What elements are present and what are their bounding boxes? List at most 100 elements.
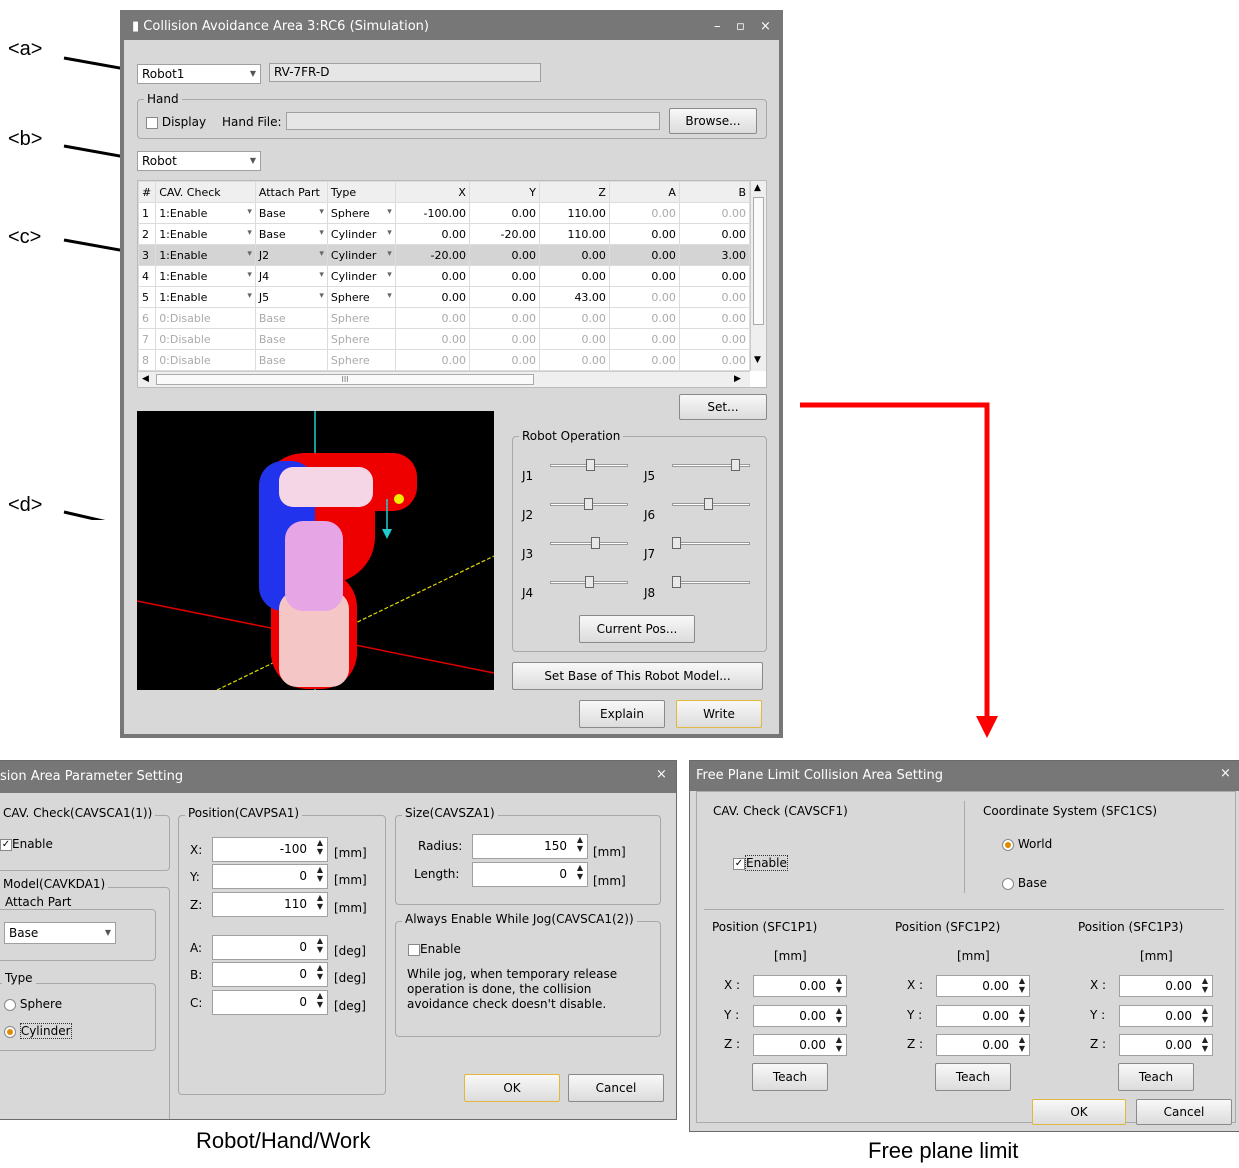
- table-cell[interactable]: 0.00: [608, 244, 680, 266]
- table-header-cell[interactable]: Y: [468, 181, 540, 203]
- spinner-icon[interactable]: ▲ ▼: [315, 838, 325, 856]
- joint-slider-thumb[interactable]: [731, 459, 740, 471]
- table-row[interactable]: 7 0:Disable Base Sphere 0.00 0.00 0.00 0.00 0.00: [138, 328, 751, 350]
- table-cell[interactable]: 0.00: [468, 265, 540, 287]
- cancel-button[interactable]: Cancel: [1136, 1099, 1232, 1125]
- close-icon[interactable]: ×: [760, 14, 771, 40]
- spinner-icon[interactable]: ▲ ▼: [1017, 1006, 1027, 1024]
- joint-slider-thumb[interactable]: [586, 459, 595, 471]
- table-cell[interactable]: 0.00: [538, 244, 610, 266]
- table-cell[interactable]: J5 ▾: [254, 286, 328, 308]
- table-cell[interactable]: 0.00: [678, 265, 751, 287]
- table-cell[interactable]: 0.00: [468, 244, 540, 266]
- table-cell[interactable]: Base: [254, 307, 328, 329]
- joint-slider-track[interactable]: [672, 542, 750, 545]
- table-row[interactable]: 3 1:Enable ▾ J2 ▾ Cylinder ▾ -20.00 0.00 0.00 0…: [138, 244, 751, 266]
- spinner-icon[interactable]: ▲ ▼: [1200, 976, 1210, 994]
- scroll-up-icon[interactable]: ▲: [754, 183, 761, 193]
- table-cell[interactable]: Base: [254, 328, 328, 350]
- chevron-down-icon[interactable]: ▾: [247, 270, 252, 280]
- table-cell[interactable]: 0.00: [608, 202, 680, 224]
- spinner-icon[interactable]: ▲ ▼: [315, 963, 325, 981]
- ok-button[interactable]: OK: [1032, 1099, 1126, 1125]
- table-row[interactable]: 4 1:Enable ▾ J4 ▾ Cylinder ▾ 0.00 0.00 0.00 0.0…: [138, 265, 751, 287]
- spinner-icon[interactable]: ▲ ▼: [575, 863, 585, 881]
- chevron-down-icon[interactable]: ▾: [319, 270, 324, 280]
- table-cell[interactable]: 8: [138, 349, 157, 371]
- chevron-down-icon[interactable]: ▾: [387, 207, 392, 217]
- position-input-x[interactable]: 0.00 ▲ ▼: [1119, 975, 1213, 997]
- explain-button[interactable]: Explain: [579, 700, 665, 728]
- table-row[interactable]: 6 0:Disable Base Sphere 0.00 0.00 0.00 0.00 0.00: [138, 307, 751, 329]
- table-cell[interactable]: 3.00: [678, 244, 751, 266]
- length-input[interactable]: 0 ▲ ▼: [472, 862, 588, 887]
- table-cell[interactable]: 1:Enable ▾: [155, 244, 256, 266]
- table-cell[interactable]: 43.00: [538, 286, 610, 308]
- table-cell[interactable]: Sphere: [326, 328, 396, 350]
- position-input[interactable]: -100 ▲ ▼: [212, 837, 328, 862]
- joint-slider-thumb[interactable]: [585, 576, 594, 588]
- table-cell[interactable]: 0.00: [678, 286, 751, 308]
- table-cell[interactable]: 6: [138, 307, 157, 329]
- display-checkbox[interactable]: Display: [146, 115, 206, 129]
- table-cell[interactable]: 0.00: [608, 265, 680, 287]
- table-cell[interactable]: Cylinder ▾: [326, 223, 396, 245]
- position-input-z[interactable]: 0.00 ▲ ▼: [1119, 1034, 1213, 1056]
- joint-slider-track[interactable]: [550, 542, 628, 545]
- table-cell[interactable]: Cylinder ▾: [326, 265, 396, 287]
- table-cell[interactable]: 0.00: [394, 328, 470, 350]
- cancel-button[interactable]: Cancel: [568, 1074, 664, 1102]
- table-cell[interactable]: 110.00: [538, 223, 610, 245]
- enable-checkbox[interactable]: ✓ Enable: [0, 837, 53, 851]
- chevron-down-icon[interactable]: ▾: [247, 207, 252, 217]
- table-cell[interactable]: 0.00: [468, 349, 540, 371]
- teach-button[interactable]: Teach: [1118, 1063, 1194, 1091]
- table-cell[interactable]: 0.00: [608, 307, 680, 329]
- joint-slider-thumb[interactable]: [704, 498, 713, 510]
- position-input-y[interactable]: 0.00 ▲ ▼: [936, 1005, 1030, 1027]
- spinner-icon[interactable]: ▲ ▼: [315, 936, 325, 954]
- minimize-icon[interactable]: –: [714, 14, 721, 40]
- attach-part-select[interactable]: Base ▼: [4, 922, 116, 944]
- chevron-down-icon[interactable]: ▾: [247, 228, 252, 238]
- table-cell[interactable]: 0:Disable: [155, 307, 256, 329]
- table-header-cell[interactable]: Type: [326, 181, 396, 203]
- table-cell[interactable]: Base ▾: [254, 202, 328, 224]
- horizontal-scrollbar[interactable]: ◀ III ▶: [138, 371, 750, 387]
- spinner-icon[interactable]: ▲ ▼: [315, 865, 325, 883]
- table-cell[interactable]: Sphere ▾: [326, 286, 396, 308]
- spinner-icon[interactable]: ▲ ▼: [1017, 1035, 1027, 1053]
- table-cell[interactable]: 3: [138, 244, 157, 266]
- ok-button[interactable]: OK: [464, 1074, 560, 1102]
- table-cell[interactable]: 4: [138, 265, 157, 287]
- table-cell[interactable]: 0.00: [468, 286, 540, 308]
- position-input[interactable]: 0 ▲ ▼: [212, 962, 328, 987]
- table-row[interactable]: 8 0:Disable Base Sphere 0.00 0.00 0.00 0.00 0.00: [138, 349, 751, 371]
- table-cell[interactable]: 0.00: [608, 349, 680, 371]
- browse-button[interactable]: Browse...: [669, 108, 757, 134]
- joint-slider-thumb[interactable]: [591, 537, 600, 549]
- table-row[interactable]: 5 1:Enable ▾ J5 ▾ Sphere ▾ 0.00 0.00 43.00 0.00…: [138, 286, 751, 308]
- table-cell[interactable]: 110.00: [538, 202, 610, 224]
- table-cell[interactable]: 1:Enable ▾: [155, 223, 256, 245]
- table-cell[interactable]: 7: [138, 328, 157, 350]
- table-cell[interactable]: 2: [138, 223, 157, 245]
- current-pos-button[interactable]: Current Pos...: [579, 615, 695, 643]
- table-cell[interactable]: 0.00: [394, 307, 470, 329]
- scroll-right-icon[interactable]: ▶: [734, 374, 741, 384]
- table-cell[interactable]: 0.00: [678, 223, 751, 245]
- table-header-cell[interactable]: Z: [538, 181, 610, 203]
- chevron-down-icon[interactable]: ▾: [319, 291, 324, 301]
- position-input[interactable]: 0 ▲ ▼: [212, 864, 328, 889]
- vertical-scrollbar[interactable]: ▲ ▼: [750, 181, 766, 371]
- table-cell[interactable]: 0.00: [538, 328, 610, 350]
- table-cell[interactable]: 0.00: [468, 328, 540, 350]
- table-cell[interactable]: 0.00: [678, 328, 751, 350]
- joint-slider-thumb[interactable]: [672, 576, 681, 588]
- table-cell[interactable]: -20.00: [394, 244, 470, 266]
- sphere-radio[interactable]: Sphere: [4, 997, 62, 1011]
- position-input-z[interactable]: 0.00 ▲ ▼: [753, 1034, 847, 1056]
- table-cell[interactable]: 0.00: [538, 265, 610, 287]
- table-cell[interactable]: 0.00: [394, 286, 470, 308]
- target-select[interactable]: Robot ▼: [137, 151, 261, 171]
